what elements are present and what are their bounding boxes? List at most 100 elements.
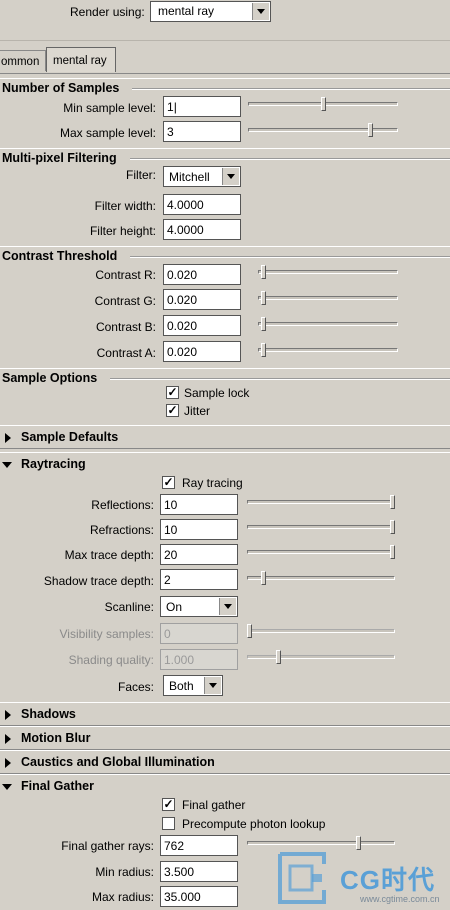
collapse-arrow-icon [2,784,12,790]
shading-quality-slider [247,655,395,659]
refractions-input[interactable]: 10 [160,519,238,540]
section-title: Raytracing [21,457,86,471]
contrast-b-slider-thumb[interactable] [261,317,266,331]
shadow-trace-depth-slider-thumb[interactable] [261,571,266,585]
sample-lock-checkbox[interactable]: ✓ [166,386,179,399]
contrast-b-label: Contrast B: [95,320,156,334]
renderer-dropdown[interactable]: mental ray [150,1,271,22]
contrast-a-input[interactable]: 0.020 [163,341,241,362]
tab-mental-ray-label: mental ray [53,55,107,67]
refractions-slider[interactable] [247,525,395,529]
watermark-brand: CG时代 [340,865,436,895]
render-using-label: Render using: [70,5,145,19]
reflections-slider-thumb[interactable] [390,495,395,509]
dropdown-arrow-icon [222,168,239,185]
faces-value: Both [169,679,194,693]
reflections-label: Reflections: [91,498,154,512]
scanline-value: On [166,600,183,614]
tab-common-label: ommon [1,56,40,68]
section-title: Shadows [21,707,76,721]
filter-height-label: Filter height: [89,224,156,238]
ray-tracing-checkbox[interactable]: ✓ [162,476,175,489]
filter-width-input[interactable]: 4.0000 [163,194,241,215]
visibility-samples-label: Visibility samples: [59,627,154,641]
precompute-photon-lookup-checkbox[interactable] [162,817,175,830]
expand-arrow-icon [5,758,11,768]
watermark-url: www.cgtime.com.cn [360,894,440,904]
cgtime-logo-icon [278,852,326,904]
contrast-b-slider[interactable] [258,322,398,326]
max-trace-depth-slider-thumb[interactable] [390,545,395,559]
filter-label: Filter: [126,168,156,182]
contrast-r-slider[interactable] [258,270,398,274]
refractions-slider-thumb[interactable] [390,520,395,534]
scanline-dropdown[interactable]: On [160,596,238,617]
min-radius-label: Min radius: [95,865,154,879]
reflections-slider[interactable] [247,500,395,504]
section-caustics-gi[interactable]: Caustics and Global Illumination [0,750,450,774]
section-raytracing[interactable]: Raytracing [0,452,450,476]
tab-common[interactable]: ommon [0,50,46,71]
contrast-g-slider[interactable] [258,296,398,300]
section-final-gather[interactable]: Final Gather [0,774,450,798]
section-divider [130,256,450,258]
final-gather-rays-input[interactable]: 762 [160,835,238,856]
final-gather-checkbox[interactable]: ✓ [162,798,175,811]
section-shadows[interactable]: Shadows [0,702,450,726]
max-sample-level-input[interactable]: 3 [163,121,241,142]
min-sample-level-slider-thumb[interactable] [321,97,326,111]
section-title: Caustics and Global Illumination [21,755,215,769]
reflections-input[interactable]: 10 [160,494,238,515]
tab-bar: ommon mental ray [0,46,450,74]
shadow-trace-depth-slider[interactable] [247,576,395,580]
section-title: Final Gather [21,779,94,793]
faces-dropdown[interactable]: Both [163,675,223,696]
filter-width-label: Filter width: [94,199,156,213]
section-sample-options: Sample Options [0,368,450,388]
contrast-a-slider-thumb[interactable] [261,343,266,357]
renderer-value: mental ray [158,4,215,18]
section-divider [110,378,450,380]
max-sample-level-slider-thumb[interactable] [368,123,373,137]
shading-quality-input: 1.000 [160,649,238,670]
expand-arrow-icon [5,734,11,744]
section-title: Multi-pixel Filtering [2,151,117,165]
max-trace-depth-input[interactable]: 20 [160,544,238,565]
contrast-b-input[interactable]: 0.020 [163,315,241,336]
faces-label: Faces: [117,680,154,694]
final-gather-rays-slider-thumb[interactable] [356,836,361,850]
max-trace-depth-slider[interactable] [247,550,395,554]
min-sample-level-input[interactable]: 1| [163,96,241,117]
max-sample-level-label: Max sample level: [59,126,156,140]
contrast-r-input[interactable]: 0.020 [163,264,241,285]
filter-height-input[interactable]: 4.0000 [163,219,241,240]
dropdown-arrow-icon [204,677,221,694]
tab-mental-ray[interactable]: mental ray [46,47,116,72]
section-contrast-threshold: Contrast Threshold [0,246,450,266]
shading-quality-label: Shading quality: [68,653,154,667]
visibility-samples-slider-thumb [247,624,252,638]
contrast-g-input[interactable]: 0.020 [163,289,241,310]
shadow-trace-depth-input[interactable]: 2 [160,569,238,590]
final-gather-rays-slider[interactable] [247,841,395,845]
max-sample-level-slider[interactable] [248,128,398,132]
section-motion-blur[interactable]: Motion Blur [0,726,450,750]
dropdown-arrow-icon [219,598,236,615]
section-title: Sample Options [2,371,98,385]
contrast-g-slider-thumb[interactable] [261,291,266,305]
section-divider [130,158,450,160]
jitter-checkbox[interactable]: ✓ [166,404,179,417]
contrast-g-label: Contrast G: [94,294,156,308]
render-settings-header: Render using: mental ray [0,0,450,41]
collapse-arrow-icon [2,462,12,468]
filter-type-dropdown[interactable]: Mitchell [163,166,241,187]
expand-arrow-icon [5,710,11,720]
min-radius-input[interactable]: 3.500 [160,861,238,882]
precompute-photon-lookup-label: Precompute photon lookup [182,817,326,831]
contrast-r-slider-thumb[interactable] [261,265,266,279]
filter-type-value: Mitchell [169,170,210,184]
contrast-a-slider[interactable] [258,348,398,352]
visibility-samples-input: 0 [160,623,238,644]
section-sample-defaults[interactable]: Sample Defaults [0,425,450,449]
max-radius-input[interactable]: 35.000 [160,886,238,907]
